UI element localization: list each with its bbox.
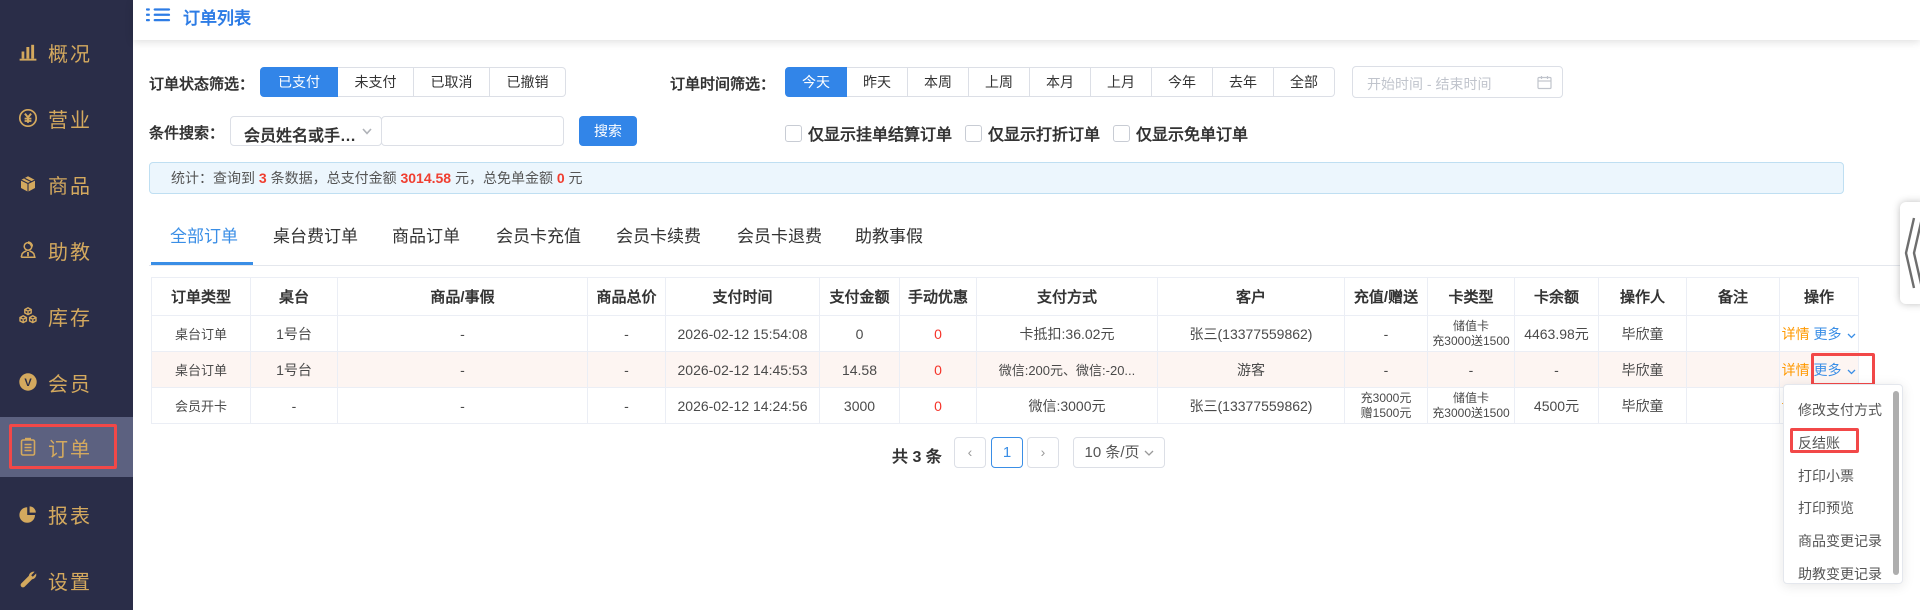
svg-text:V: V	[24, 377, 32, 389]
